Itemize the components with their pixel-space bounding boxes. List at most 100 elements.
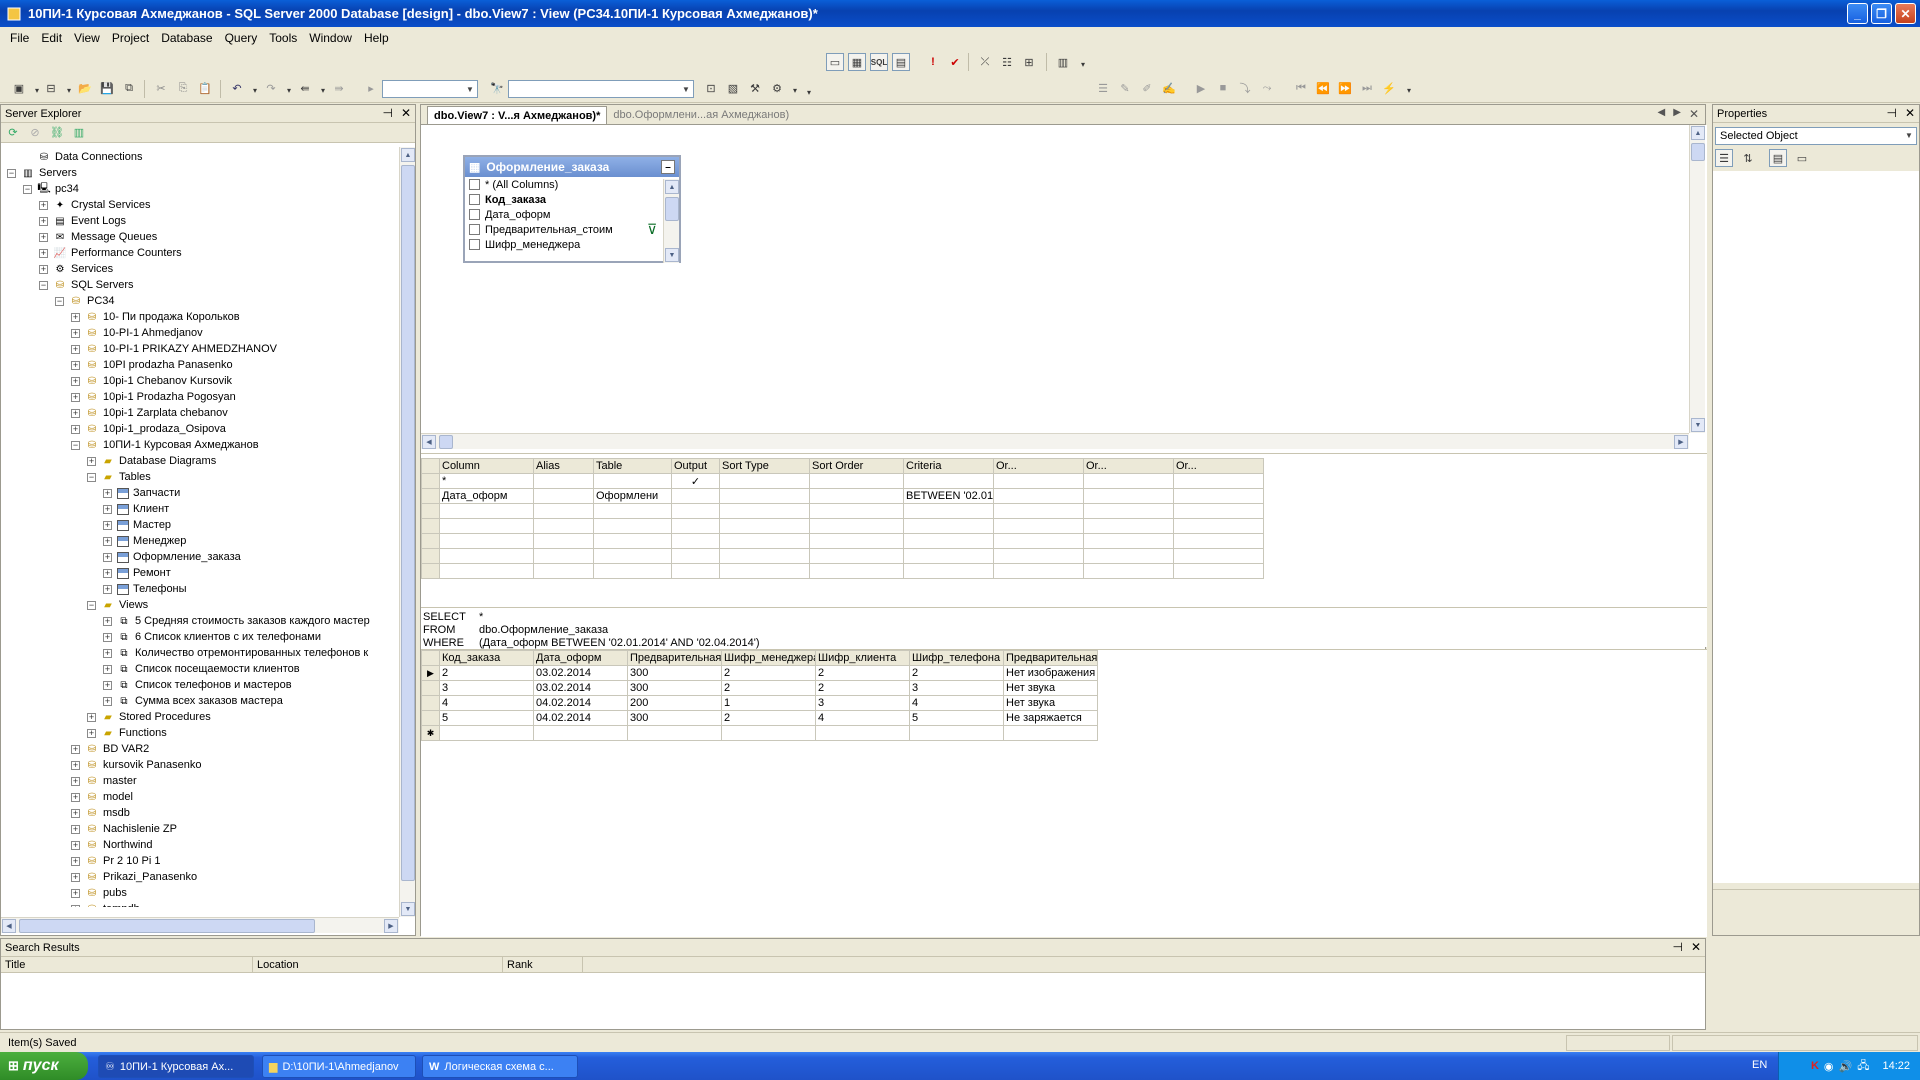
results-cell[interactable]: 2 bbox=[439, 665, 534, 681]
table-column-item[interactable]: Дата_оформ bbox=[465, 207, 679, 222]
tree-node[interactable]: − ⛁ 10ПИ-1 Курсовая Ахмеджанов bbox=[71, 437, 259, 453]
results-cell[interactable] bbox=[815, 725, 910, 741]
search-col-title[interactable]: Title bbox=[1, 957, 253, 972]
criteria-cell[interactable] bbox=[993, 503, 1084, 519]
results-cell[interactable]: 2 bbox=[721, 665, 816, 681]
criteria-header[interactable]: Column bbox=[439, 458, 534, 474]
results-cell[interactable]: 3 bbox=[815, 695, 910, 711]
task-word-document[interactable]: W Логическая схема с... bbox=[422, 1055, 578, 1078]
results-row[interactable]: ▶ 2 03.02.2014 300 2 2 2 Нет изображения bbox=[421, 665, 1098, 681]
criteria-header[interactable]: Or... bbox=[1173, 458, 1264, 474]
scroll-left-icon[interactable]: ◀ bbox=[2, 919, 16, 933]
tree-node[interactable]: + Оформление_заказа bbox=[103, 549, 241, 565]
start-button[interactable]: ⊞ пуск bbox=[0, 1052, 88, 1080]
properties-window-icon[interactable]: ▧ bbox=[724, 79, 742, 97]
criteria-cell[interactable] bbox=[719, 548, 810, 564]
criteria-cell[interactable] bbox=[593, 503, 672, 519]
expander-icon[interactable]: + bbox=[103, 680, 112, 690]
criteria-cell[interactable] bbox=[993, 533, 1084, 549]
criteria-cell[interactable] bbox=[809, 488, 904, 504]
criteria-cell[interactable] bbox=[993, 488, 1084, 504]
menu-tools[interactable]: Tools bbox=[263, 31, 303, 45]
results-cell[interactable]: Нет изображения bbox=[1003, 665, 1098, 681]
criteria-cell[interactable] bbox=[439, 503, 534, 519]
criteria-cell[interactable] bbox=[903, 473, 994, 489]
tree-node[interactable]: + ▰ Functions bbox=[87, 725, 167, 741]
table-column-item[interactable]: Шифр_менеджера bbox=[465, 237, 679, 252]
criteria-header[interactable]: Alias bbox=[533, 458, 594, 474]
criteria-cell[interactable] bbox=[809, 533, 904, 549]
open-file-icon[interactable]: 📂 bbox=[76, 79, 94, 97]
copy-icon[interactable]: ⎘ bbox=[174, 79, 192, 97]
redo-icon[interactable]: ↷ bbox=[262, 79, 280, 97]
expander-icon[interactable]: + bbox=[39, 200, 48, 210]
stop-refresh-icon[interactable]: ⊘ bbox=[27, 125, 43, 141]
find-icon[interactable]: 🔭 bbox=[488, 79, 506, 97]
diagram-scroll-left-icon[interactable]: ◀ bbox=[422, 435, 436, 449]
expander-icon[interactable]: + bbox=[71, 888, 80, 898]
criteria-cell[interactable] bbox=[809, 518, 904, 534]
refresh-icon[interactable]: ⟳ bbox=[5, 125, 21, 141]
row-selector[interactable] bbox=[421, 563, 440, 579]
tree-node[interactable]: + Клиент bbox=[103, 501, 169, 517]
row-selector[interactable] bbox=[421, 695, 440, 711]
tree-node[interactable]: + Менеджер bbox=[103, 533, 186, 549]
find-combo[interactable]: ▼ bbox=[508, 80, 694, 98]
diagram-vertical-scrollbar[interactable]: ▲ ▼ bbox=[1689, 125, 1705, 433]
property-pages-icon[interactable]: ▭ bbox=[1793, 149, 1811, 167]
paste-icon[interactable]: 📋 bbox=[196, 79, 214, 97]
results-cell[interactable]: 2 bbox=[815, 665, 910, 681]
tree-node[interactable]: + ⛁ 10pi-1 Prodazha Pogosyan bbox=[71, 389, 236, 405]
network-icon[interactable]: 🖧 bbox=[1857, 1057, 1869, 1076]
criteria-cell[interactable] bbox=[719, 503, 810, 519]
criteria-cell[interactable] bbox=[719, 563, 810, 579]
criteria-cell[interactable]: ✓ bbox=[671, 473, 720, 489]
tree-node[interactable]: − ⛁ SQL Servers bbox=[39, 277, 134, 293]
tree-node[interactable]: + ⛁ 10-PI-1 Ahmedjanov bbox=[71, 325, 203, 341]
save-all-icon[interactable]: ⧉ bbox=[120, 79, 138, 97]
tree-node[interactable]: + ⛁ msdb bbox=[71, 805, 130, 821]
toolbar-options-icon[interactable]: ▾ bbox=[800, 83, 818, 101]
results-cell[interactable]: 3 bbox=[909, 680, 1004, 696]
undo-icon[interactable]: ↶ bbox=[228, 79, 246, 97]
results-cell[interactable] bbox=[627, 725, 722, 741]
window-title-bar[interactable]: 10ПИ-1 Курсовая Ахмеджанов - SQL Server … bbox=[0, 0, 1920, 27]
results-cell[interactable] bbox=[533, 725, 628, 741]
criteria-cell[interactable] bbox=[1083, 518, 1174, 534]
solution-config-combo[interactable]: ▼ bbox=[382, 80, 478, 98]
criteria-cell[interactable] bbox=[439, 518, 534, 534]
column-checkbox[interactable] bbox=[469, 194, 480, 205]
criteria-cell[interactable] bbox=[993, 518, 1084, 534]
results-cell[interactable]: 03.02.2014 bbox=[533, 665, 628, 681]
criteria-cell[interactable] bbox=[671, 563, 720, 579]
criteria-cell[interactable] bbox=[533, 488, 594, 504]
properties-view-icon[interactable]: ▤ bbox=[1769, 149, 1787, 167]
minimize-button[interactable]: _ bbox=[1847, 3, 1868, 24]
menu-window[interactable]: Window bbox=[303, 31, 358, 45]
results-cell[interactable]: 2 bbox=[815, 680, 910, 696]
class-view-icon[interactable]: ⚙ bbox=[768, 79, 786, 97]
criteria-cell[interactable] bbox=[903, 548, 994, 564]
results-row[interactable]: ✱ bbox=[421, 725, 1098, 741]
tree-node[interactable]: + ⛁ Nachislenie ZP bbox=[71, 821, 177, 837]
tree-node[interactable]: − 🖳 pc34 bbox=[23, 181, 79, 197]
verify-sql-icon[interactable]: ✔ bbox=[946, 53, 964, 71]
results-cell[interactable]: 5 bbox=[439, 710, 534, 726]
criteria-cell[interactable] bbox=[671, 518, 720, 534]
expander-icon[interactable]: − bbox=[71, 440, 80, 450]
comment-icon[interactable]: ✎ bbox=[1116, 79, 1134, 97]
clock[interactable]: 14:22 bbox=[1882, 1060, 1910, 1072]
criteria-row[interactable]: * ✓ bbox=[421, 473, 1264, 489]
criteria-cell[interactable]: Дата_оформ bbox=[439, 488, 534, 504]
tree-node[interactable]: + ✉ Message Queues bbox=[39, 229, 157, 245]
criteria-cell[interactable] bbox=[1173, 518, 1264, 534]
expander-icon[interactable]: + bbox=[71, 840, 80, 850]
tree-vertical-scrollbar[interactable]: ▲ ▼ bbox=[399, 147, 415, 917]
expander-icon[interactable]: + bbox=[71, 904, 80, 907]
criteria-header[interactable]: Output bbox=[671, 458, 720, 474]
expander-icon[interactable]: + bbox=[71, 808, 80, 818]
results-grid[interactable]: Код_заказа Дата_оформ Предварительная Шифр_… bbox=[421, 650, 1098, 741]
results-header[interactable]: Шифр_менеджера bbox=[721, 650, 816, 666]
task-vs-project[interactable]: ♾ 10ПИ-1 Курсовая Ах... bbox=[98, 1055, 254, 1078]
show-sql-pane-icon[interactable]: SQL bbox=[870, 53, 888, 71]
